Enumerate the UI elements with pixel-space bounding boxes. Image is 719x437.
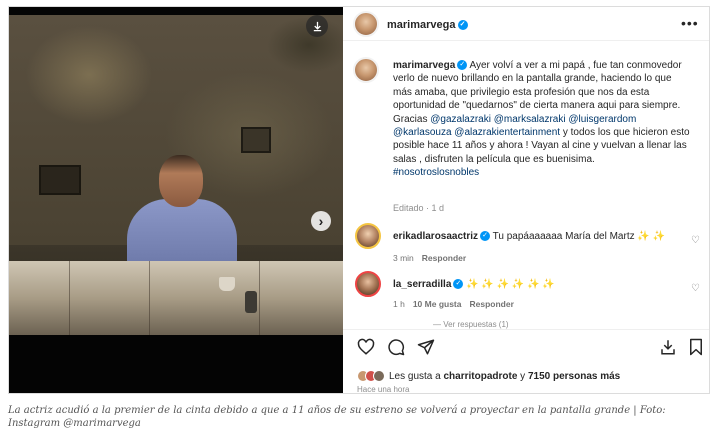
comment-text: Tu papáaaaaaa María del Martz ✨ ✨	[492, 231, 666, 242]
liker-username[interactable]: charritopadrote	[443, 371, 517, 382]
comment-avatar[interactable]	[355, 271, 381, 297]
comment-avatar[interactable]	[355, 223, 381, 249]
comment-text: ✨ ✨ ✨ ✨ ✨ ✨	[466, 279, 555, 290]
comment-row: la_serradilla ✓ ✨ ✨ ✨ ✨ ✨ ✨	[393, 279, 555, 290]
repost-download-icon[interactable]	[659, 338, 677, 356]
instagram-post-frame: › marimarvega ✓ ••• marimarvega ✓ Ayer vol…	[8, 6, 710, 394]
movie-still-image	[9, 15, 343, 335]
download-icon	[313, 21, 321, 31]
post-timestamp: Hace una hora	[357, 385, 410, 394]
verified-badge: ✓	[453, 279, 464, 290]
comment-username[interactable]: la_serradilla	[393, 279, 451, 290]
share-icon[interactable]	[417, 338, 435, 356]
next-arrow-icon: ›	[318, 213, 324, 229]
comment-like-icon[interactable]: ♡	[691, 235, 700, 246]
verified-badge: ✓	[457, 60, 468, 71]
comment-meta: 1 h 10 Me gusta Responder	[393, 299, 514, 309]
comment-icon[interactable]	[387, 338, 405, 356]
avatar[interactable]	[353, 11, 379, 37]
caption-username[interactable]: marimarvega	[393, 60, 455, 71]
liker-avatar	[373, 370, 385, 382]
comment-username[interactable]: erikadlarosaactriz	[393, 231, 478, 242]
edited-label: Editado · 1 d	[393, 203, 445, 213]
save-icon[interactable]	[687, 338, 705, 356]
post-sidebar: marimarvega ✓ ••• marimarvega ✓ Ayer volví…	[343, 7, 709, 394]
likes-count[interactable]: 7150 personas más	[528, 371, 620, 382]
download-button[interactable]	[306, 15, 328, 37]
view-replies-link[interactable]: — Ver respuestas (1)	[433, 320, 509, 329]
post-media[interactable]: ›	[9, 7, 343, 393]
reply-button[interactable]: Responder	[422, 253, 466, 263]
post-caption: marimarvega ✓ Ayer volví a ver a mi papá …	[393, 60, 690, 179]
post-header: marimarvega ✓ •••	[343, 7, 709, 41]
caption-avatar[interactable]	[353, 57, 379, 83]
next-media-button[interactable]: ›	[311, 211, 331, 231]
post-actions: Les gusta a charritopadrote y 7150 perso…	[343, 329, 709, 394]
post-username[interactable]: marimarvega ✓	[387, 19, 468, 31]
verified-badge: ✓	[457, 20, 468, 31]
reply-button[interactable]: Responder	[469, 299, 513, 309]
more-options-icon[interactable]: •••	[681, 15, 699, 31]
article-photo-caption: La actriz acudió a la premier de la cint…	[8, 405, 666, 429]
caption-hashtag[interactable]: #nosotroslosnobles	[393, 167, 479, 178]
comment-likes[interactable]: 10 Me gusta	[413, 299, 462, 309]
comment-row: erikadlarosaactriz ✓ Tu papáaaaaaa María …	[393, 231, 665, 242]
heart-icon[interactable]	[357, 338, 375, 356]
comment-like-icon[interactable]: ♡	[691, 283, 700, 294]
verified-badge: ✓	[480, 231, 491, 242]
likes-summary: Les gusta a charritopadrote y 7150 perso…	[357, 370, 620, 382]
comment-meta: 3 min Responder	[393, 253, 467, 263]
